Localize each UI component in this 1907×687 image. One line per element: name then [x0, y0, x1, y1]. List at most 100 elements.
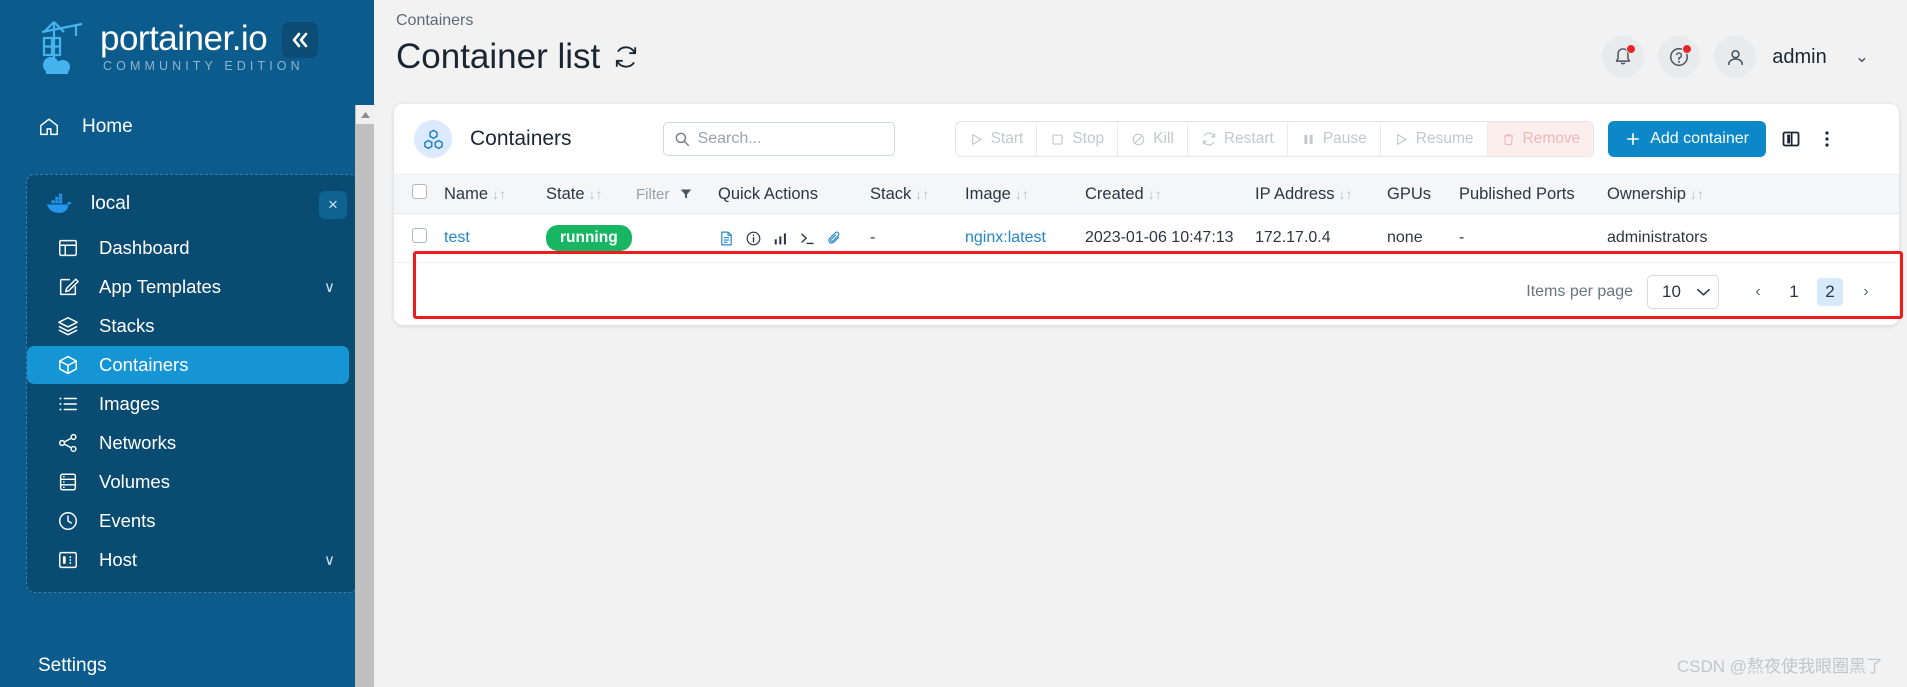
column-header-name[interactable]: Name ↓↑: [438, 174, 540, 214]
select-all-header: [394, 174, 438, 214]
cell-gpus: none: [1381, 213, 1453, 263]
sidebar-item-networks[interactable]: Networks: [27, 424, 357, 462]
sidebar-item-events[interactable]: Events: [27, 502, 357, 540]
column-header-filter[interactable]: Filter: [630, 174, 712, 214]
cell-state: running: [540, 213, 712, 263]
sidebar-collapse-button[interactable]: [282, 22, 318, 58]
table-header: Name ↓↑ State ↓↑ Filter Quick Actions St…: [394, 174, 1899, 214]
containers-table: Name ↓↑ State ↓↑ Filter Quick Actions St…: [394, 174, 1899, 263]
notification-badge-dot: [1626, 44, 1637, 54]
sidebar-home-label: Home: [82, 116, 133, 137]
scrollbar-thumb[interactable]: [356, 124, 374, 687]
pagination-next-button[interactable]: ›: [1853, 278, 1879, 306]
column-header-stack[interactable]: Stack ↓↑: [864, 174, 959, 214]
console-terminal-icon[interactable]: [799, 230, 816, 247]
list-icon: [59, 397, 78, 411]
container-name-link[interactable]: test: [444, 229, 470, 246]
pagination-prev-button[interactable]: ‹: [1745, 278, 1771, 306]
plus-icon: [1627, 133, 1640, 145]
server-icon: [59, 551, 77, 569]
kill-button[interactable]: Kill: [1118, 122, 1188, 156]
sidebar-item-images[interactable]: Images: [27, 385, 357, 423]
user-name-label[interactable]: admin: [1772, 46, 1826, 69]
table-body: test running - nginx:latest 2023-01-06 1…: [394, 213, 1899, 263]
sidebar-item-stacks[interactable]: Stacks: [27, 307, 357, 345]
image-link[interactable]: nginx:latest: [965, 229, 1046, 246]
help-button[interactable]: [1658, 36, 1701, 78]
environment-header[interactable]: local ×: [27, 185, 357, 223]
sort-arrows-icon: ↓↑: [1014, 185, 1029, 202]
stop-button[interactable]: Stop: [1037, 122, 1119, 156]
inspect-info-icon[interactable]: [745, 230, 762, 247]
app-root: portainer.io COMMUNITY EDITION Home loca…: [0, 0, 1907, 687]
pause-button[interactable]: Pause: [1288, 122, 1381, 156]
stats-chart-icon[interactable]: [772, 230, 789, 247]
containers-card: Containers Search... Start Stop Kill Res…: [394, 104, 1903, 325]
breadcrumb[interactable]: Containers: [394, 12, 1907, 30]
user-avatar-icon: [1727, 49, 1743, 65]
sidebar-item-app-templates[interactable]: App Templates ∨: [27, 268, 357, 306]
cell-quick-actions: [712, 213, 864, 263]
items-per-page-select[interactable]: 10: [1647, 275, 1719, 309]
column-header-image[interactable]: Image ↓↑: [959, 174, 1079, 214]
select-all-checkbox[interactable]: [412, 184, 427, 199]
sidebar-item-home[interactable]: Home: [0, 106, 374, 148]
table-row[interactable]: test running - nginx:latest 2023-01-06 1…: [394, 213, 1899, 263]
logs-icon[interactable]: [718, 230, 735, 247]
chevron-down-icon[interactable]: ∨: [324, 278, 335, 296]
attach-paperclip-icon[interactable]: [826, 230, 843, 247]
sort-arrows-icon: ↓↑: [1338, 185, 1353, 202]
remove-button[interactable]: Remove: [1487, 122, 1594, 156]
resume-button[interactable]: Resume: [1381, 122, 1488, 156]
search-input[interactable]: Search...: [662, 122, 895, 156]
sidebar-scrollbar[interactable]: [355, 105, 374, 687]
sidebar-item-host[interactable]: Host ∨: [27, 541, 357, 579]
sidebar-nav-list: Dashboard App Templates ∨ Stacks Contain…: [27, 229, 357, 579]
chevron-down-icon[interactable]: ∨: [324, 551, 335, 569]
bulk-actions-toolbar: Start Stop Kill Restart Pause Resume Rem…: [954, 121, 1838, 157]
more-options-button[interactable]: [1816, 128, 1838, 150]
columns-layout-icon: [1782, 131, 1800, 147]
environment-close-button[interactable]: ×: [319, 191, 347, 219]
avatar[interactable]: [1714, 36, 1757, 78]
sort-arrows-icon: ↓↑: [1689, 185, 1704, 202]
sidebar-item-dashboard[interactable]: Dashboard: [27, 229, 357, 267]
status-badge: running: [546, 225, 632, 251]
refresh-icon[interactable]: [613, 44, 639, 70]
add-container-label: Add container: [1650, 130, 1749, 147]
sort-arrows-icon: ↓↑: [1147, 185, 1162, 202]
pagination-page-1[interactable]: 1: [1781, 278, 1807, 306]
search-icon: [675, 132, 689, 147]
column-header-created[interactable]: Created ↓↑: [1079, 174, 1249, 214]
sort-arrows-icon: ↓↑: [588, 185, 603, 202]
columns-layout-button[interactable]: [1780, 128, 1802, 150]
sidebar-item-label: Stacks: [99, 315, 155, 336]
kill-label: Kill: [1153, 130, 1174, 147]
logo-subtitle: COMMUNITY EDITION: [103, 59, 304, 74]
page-title: Container list: [396, 37, 639, 77]
column-header-quick-actions: Quick Actions: [712, 174, 864, 214]
sidebar-item-containers[interactable]: Containers: [27, 346, 349, 384]
resume-label: Resume: [1415, 130, 1474, 147]
sidebar-item-settings[interactable]: Settings: [0, 655, 107, 677]
portainer-crane-logo-icon: [41, 21, 83, 74]
restart-button[interactable]: Restart: [1188, 122, 1288, 156]
clock-icon: [59, 512, 77, 530]
start-label: Start: [990, 130, 1024, 147]
row-checkbox[interactable]: [412, 228, 427, 243]
column-header-ownership[interactable]: Ownership ↓↑: [1601, 174, 1899, 214]
column-header-state[interactable]: State ↓↑: [540, 174, 630, 214]
column-header-ip-address[interactable]: IP Address ↓↑: [1249, 174, 1381, 214]
scroll-up-arrow-icon[interactable]: [356, 105, 374, 124]
layers-icon: [58, 317, 78, 336]
page-title-text: Container list: [396, 37, 601, 76]
start-button[interactable]: Start: [956, 122, 1038, 156]
pagination-page-2[interactable]: 2: [1817, 278, 1843, 306]
chevron-down-icon[interactable]: ⌄: [1855, 47, 1869, 67]
funnel-icon: [680, 188, 692, 199]
sidebar-item-volumes[interactable]: Volumes: [27, 463, 357, 501]
add-container-button[interactable]: Add container: [1608, 121, 1766, 157]
notifications-button[interactable]: [1602, 36, 1645, 78]
database-icon: [59, 473, 77, 491]
main-content: Containers Container list admin ⌄ Contai…: [374, 0, 1907, 687]
